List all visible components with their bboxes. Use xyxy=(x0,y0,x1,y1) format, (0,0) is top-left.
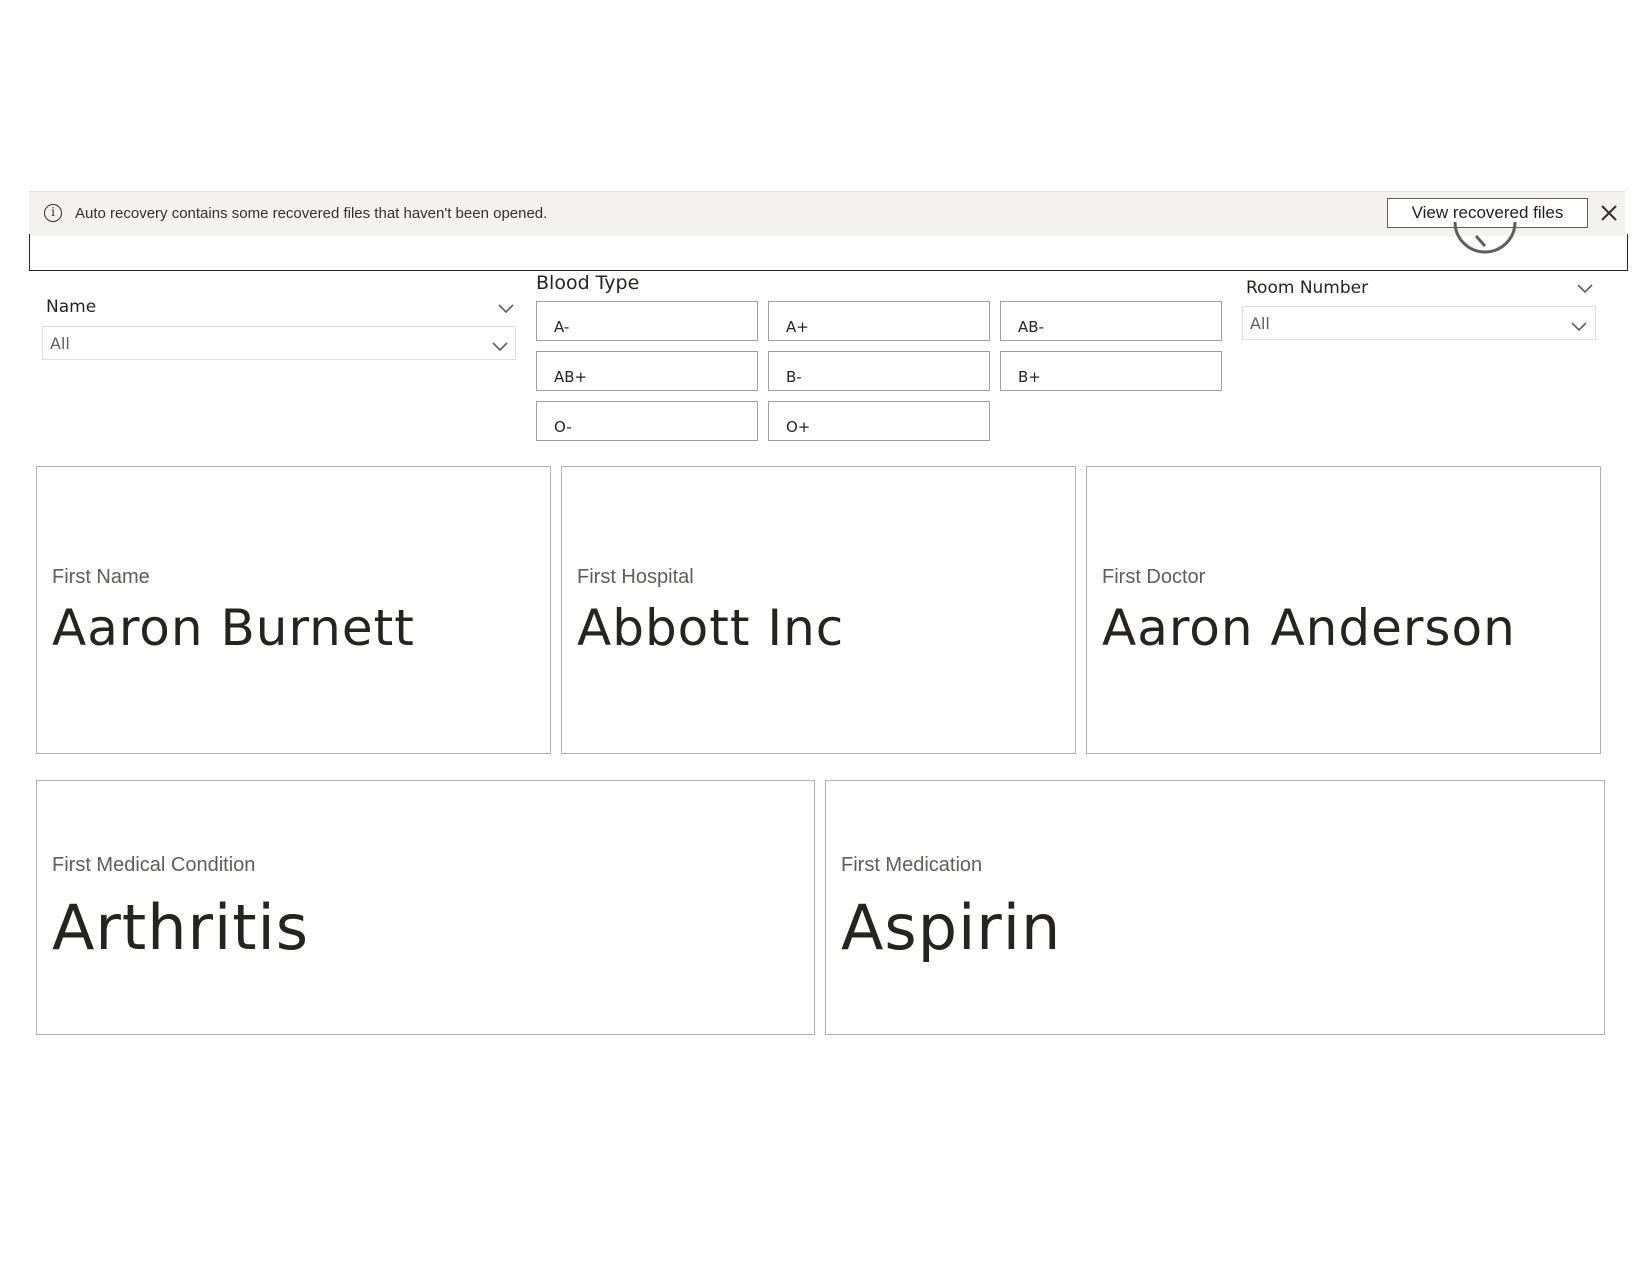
card-first-name: First Name Aaron Burnett xyxy=(36,466,551,754)
blood-type-option-a-pos[interactable]: A+ xyxy=(768,301,990,341)
blood-type-option-b-neg[interactable]: B- xyxy=(768,351,990,391)
chevron-down-icon[interactable] xyxy=(497,300,515,314)
name-dropdown[interactable]: All xyxy=(42,326,516,360)
card-first-medical-condition: First Medical Condition Arthritis xyxy=(36,780,815,1035)
info-icon: i xyxy=(44,204,62,222)
clock-icon xyxy=(1452,222,1518,268)
card-label: First Hospital xyxy=(577,566,694,588)
card-first-hospital: First Hospital Abbott Inc xyxy=(561,466,1076,754)
room-number-slicer-title: Room Number xyxy=(1246,278,1369,298)
card-first-doctor: First Doctor Aaron Anderson xyxy=(1086,466,1601,754)
card-label: First Medical Condition xyxy=(52,854,256,876)
card-value: Aaron Anderson xyxy=(1102,599,1516,657)
blood-type-option-b-pos[interactable]: B+ xyxy=(1000,351,1222,391)
header-frame xyxy=(29,234,1628,271)
card-first-medication: First Medication Aspirin xyxy=(825,780,1605,1035)
chevron-down-icon xyxy=(1570,318,1588,332)
chevron-down-icon xyxy=(491,338,509,352)
card-value: Arthritis xyxy=(52,891,310,964)
blood-type-option-ab-pos[interactable]: AB+ xyxy=(536,351,758,391)
name-dropdown-value: All xyxy=(50,333,70,353)
name-slicer-title: Name xyxy=(46,297,97,317)
card-value: Aaron Burnett xyxy=(52,599,415,657)
room-number-dropdown[interactable]: All xyxy=(1242,306,1596,340)
card-value: Abbott Inc xyxy=(577,599,845,657)
blood-type-option-a-neg[interactable]: A- xyxy=(536,301,758,341)
blood-type-option-o-neg[interactable]: O- xyxy=(536,401,758,441)
room-number-dropdown-value: All xyxy=(1250,313,1270,333)
blood-type-slicer-title: Blood Type xyxy=(536,272,640,294)
close-icon[interactable] xyxy=(1598,202,1620,224)
notification-message: Auto recovery contains some recovered fi… xyxy=(75,205,548,222)
blood-type-option-ab-neg[interactable]: AB- xyxy=(1000,301,1222,341)
card-value: Aspirin xyxy=(841,891,1062,964)
chevron-down-icon[interactable] xyxy=(1576,280,1594,294)
card-label: First Name xyxy=(52,566,150,588)
card-label: First Doctor xyxy=(1102,566,1206,588)
blood-type-option-o-pos[interactable]: O+ xyxy=(768,401,990,441)
card-label: First Medication xyxy=(841,854,983,876)
